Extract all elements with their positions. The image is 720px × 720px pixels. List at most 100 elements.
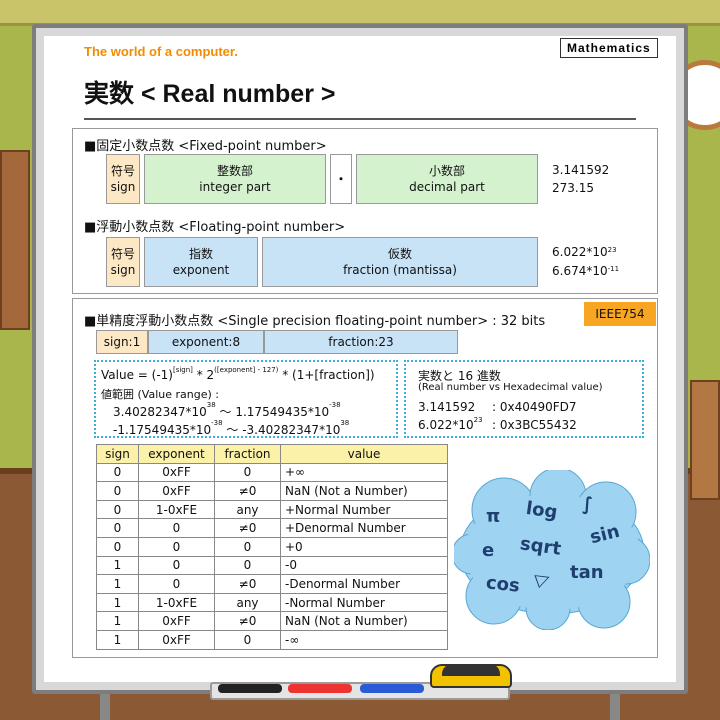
- cell-exponent: 1-0xFE: [138, 592, 215, 613]
- range1-b: ～ 1.17549435*10: [215, 405, 330, 419]
- decimal-point: ・: [334, 172, 347, 186]
- decimal-part-jp: 小数部: [428, 164, 465, 178]
- log-word: log: [524, 497, 559, 524]
- red-marker-icon: [288, 684, 352, 693]
- pi-icon: π: [486, 506, 501, 527]
- eraser-handle: [442, 664, 500, 676]
- cell-value: -Normal Number: [280, 592, 448, 613]
- cell-value: -Denormal Number: [280, 574, 448, 594]
- cell-sign: 1: [96, 574, 139, 594]
- formula-exponent: ([exponent] - 127): [214, 366, 279, 374]
- hex-example-2-hex: : 0x3BC55432: [492, 418, 577, 432]
- black-marker-icon: [218, 684, 282, 693]
- cell-fraction: ≠0: [214, 518, 281, 538]
- special-values-table: sign exponent fraction value 0 0xFF 0 +∞ 0 0x…: [96, 444, 448, 650]
- col-exponent-header: exponent: [138, 444, 215, 464]
- cell-exponent: 0xFF: [138, 462, 215, 483]
- integer-part-jp: 整数部: [216, 164, 253, 178]
- col-sign-header: sign: [96, 444, 139, 464]
- format-exponent-field: exponent:8: [148, 330, 264, 354]
- cell-value: -0: [280, 555, 448, 576]
- cell-sign: 1: [96, 592, 139, 613]
- formula-mid: * 2: [192, 368, 215, 382]
- col-fraction-header: fraction: [214, 444, 281, 464]
- table-row: 0 1-0xFE any +Normal Number: [96, 499, 448, 520]
- title-divider: [84, 118, 636, 120]
- float-example-2-base: 6.674*10: [552, 264, 608, 278]
- range1-a-exp: 38: [206, 401, 216, 409]
- bookshelf-right: [690, 380, 720, 500]
- cell-value: +0: [280, 536, 448, 557]
- cell-fraction: 0: [214, 629, 281, 650]
- decimal-part-en: decimal part: [409, 180, 485, 194]
- range2-a-exp: -38: [211, 419, 223, 427]
- cos-word: cos: [484, 572, 521, 597]
- cell-fraction: any: [214, 592, 281, 613]
- cell-sign: 1: [96, 629, 139, 650]
- cell-sign: 1: [96, 611, 139, 631]
- table-row: 1 0 ≠0 -Denormal Number: [96, 574, 448, 594]
- cell-fraction: 0: [214, 462, 281, 483]
- exponent-jp: 指数: [188, 247, 213, 261]
- formula-suffix: * (1+[fraction]): [278, 368, 375, 382]
- board-leg-left: [100, 694, 110, 720]
- value-range-positive: 3.40282347*1038 ～ 1.17549435*10-38: [113, 401, 341, 420]
- table-body: 0 0xFF 0 +∞ 0 0xFF ≠0 NaN (Not a Number) 0 1-0xFE…: [96, 462, 448, 650]
- cell-exponent: 0xFF: [138, 481, 215, 501]
- fixed-sign-box: 符号 sign: [106, 154, 140, 204]
- integral-icon: ∫: [582, 494, 593, 515]
- cell-sign: 0: [96, 499, 139, 520]
- float-example-1-exp: 23: [607, 246, 617, 254]
- cell-fraction: ≠0: [214, 611, 281, 631]
- hex-example-2-real: 6.022*1023: [418, 416, 483, 432]
- fixed-sign-en: sign: [110, 180, 136, 194]
- cell-sign: 0: [96, 462, 139, 483]
- ieee754-badge: IEEE754: [584, 302, 656, 326]
- float-sign-en: sign: [110, 263, 136, 277]
- cell-exponent: 0xFF: [138, 629, 215, 650]
- cell-sign: 0: [96, 536, 139, 557]
- float-sign-box: 符号 sign: [106, 237, 140, 287]
- value-formula: Value = (-1)[sign] * 2([exponent] - 127)…: [101, 366, 375, 382]
- col-value-header: value: [280, 444, 448, 464]
- format-fraction-field: fraction:23: [264, 330, 458, 354]
- fixed-example-2: 273.15: [552, 181, 594, 195]
- cell-value: -∞: [280, 629, 448, 650]
- cell-exponent: 1-0xFE: [138, 499, 215, 520]
- page-title: 実数 < Real number >: [84, 80, 336, 108]
- hex-example-1-hex: : 0x40490FD7: [492, 400, 577, 414]
- float-example-2: 6.674*10-11: [552, 262, 619, 280]
- cell-exponent: 0xFF: [138, 611, 215, 631]
- blue-marker-icon: [360, 684, 424, 693]
- float-example-1: 6.022*1023: [552, 243, 617, 261]
- fixed-example-1: 3.141592: [552, 163, 610, 177]
- hex2-base: 6.022*10: [418, 418, 474, 432]
- e-constant: e: [482, 540, 495, 561]
- cell-fraction: 0: [214, 555, 281, 576]
- hex-subtitle: (Real number vs Hexadecimal value): [418, 382, 603, 393]
- cell-exponent: 0: [138, 518, 215, 538]
- table-row: 0 0 0 +0: [96, 536, 448, 557]
- range2-a: -1.17549435*10: [113, 423, 212, 437]
- cell-value: NaN (Not a Number): [280, 481, 448, 501]
- cell-exponent: 0: [138, 555, 215, 576]
- range1-a: 3.40282347*10: [113, 405, 207, 419]
- format-sign-field: sign:1: [96, 330, 148, 354]
- cell-fraction: ≠0: [214, 574, 281, 594]
- table-row: 1 1-0xFE any -Normal Number: [96, 592, 448, 613]
- table-row: 1 0xFF 0 -∞: [96, 629, 448, 650]
- range2-b-exp: 38: [340, 419, 350, 427]
- float-example-2-exp: -11: [607, 265, 620, 273]
- cell-sign: 1: [96, 555, 139, 576]
- single-precision-heading: ■単精度浮動小数点数 <Single precision floating-po…: [84, 314, 546, 329]
- bookshelf-left: [0, 150, 30, 330]
- range1-b-exp: -38: [329, 401, 341, 409]
- floating-point-heading: ■浮動小数点数 <Floating-point number>: [84, 220, 346, 235]
- formula-prefix: Value = (-1): [101, 368, 173, 382]
- cell-fraction: ≠0: [214, 481, 281, 501]
- cell-fraction: 0: [214, 536, 281, 557]
- cell-sign: 0: [96, 481, 139, 501]
- fraction-jp: 仮数: [387, 247, 412, 261]
- cell-fraction: any: [214, 499, 281, 520]
- range2-b: ～ -3.40282347*10: [222, 423, 341, 437]
